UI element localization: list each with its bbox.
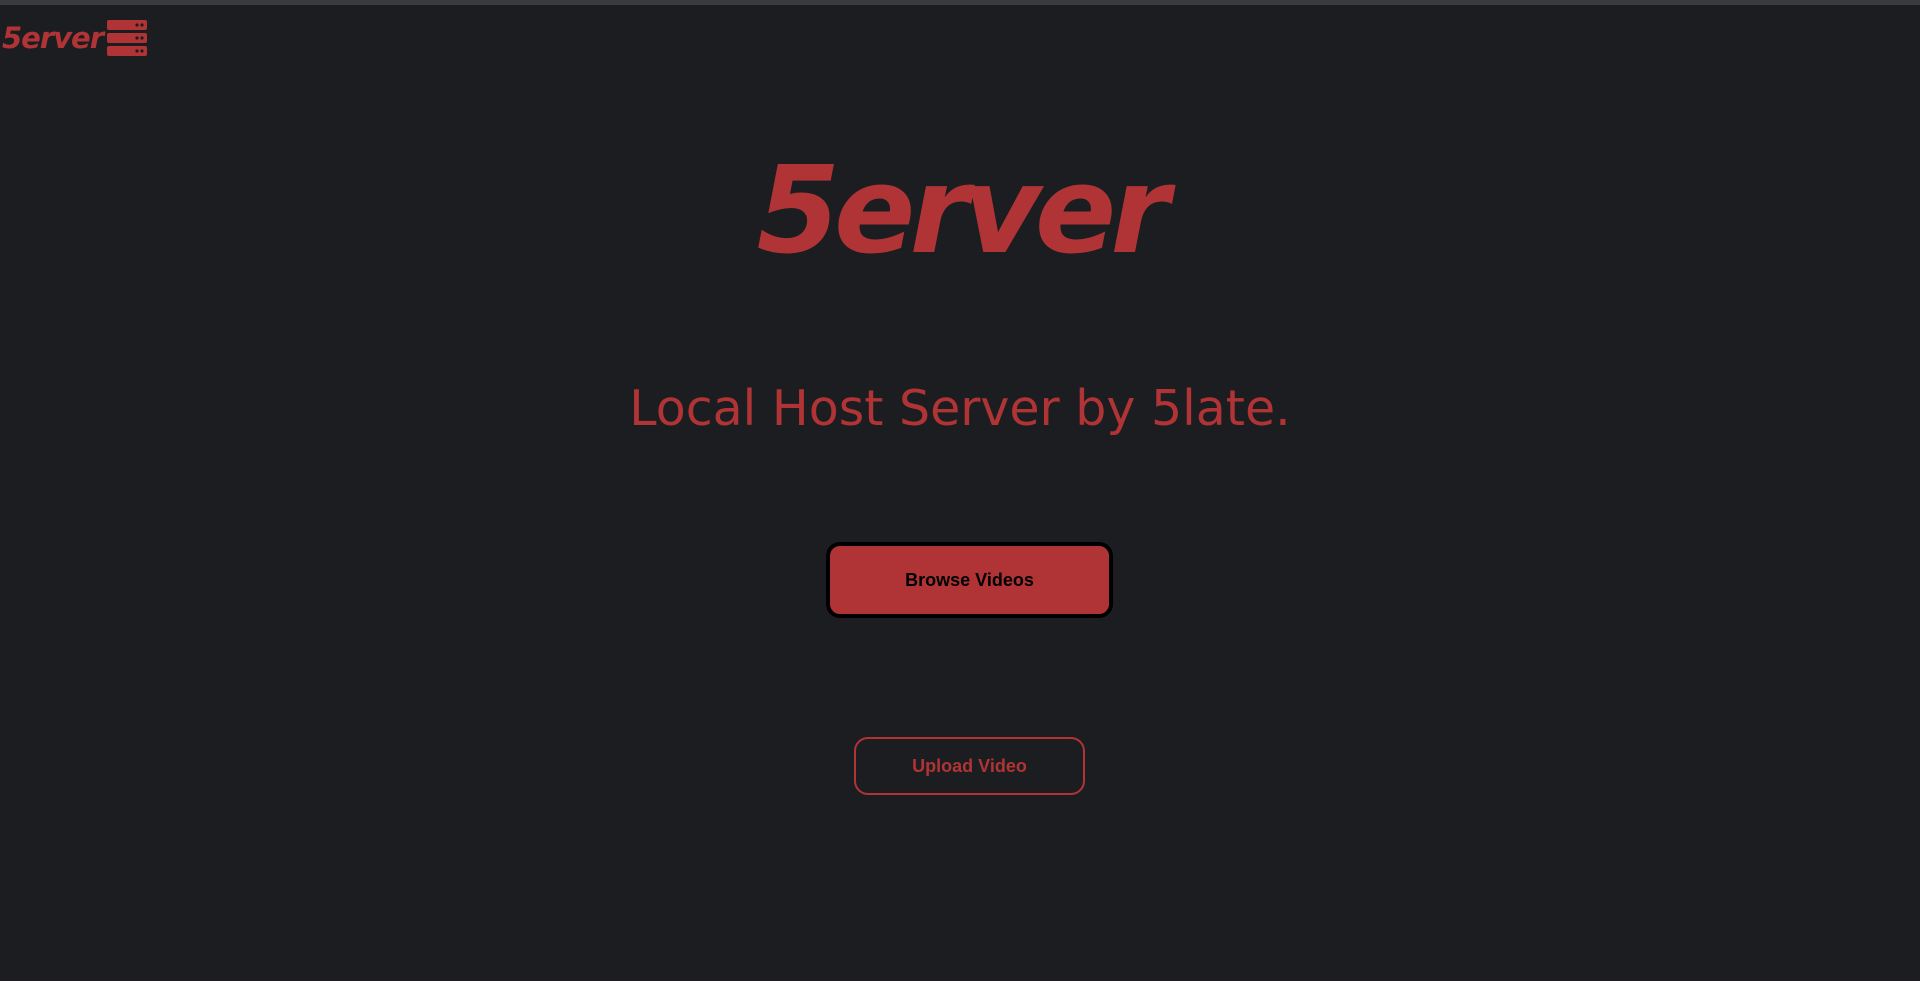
header-logo-text: 5erver [2,21,104,55]
header-logo[interactable]: 5erver [2,20,148,57]
server-stack-icon [107,20,148,57]
top-border [0,0,1920,5]
hero-logo: 5erver [756,142,1170,281]
upload-video-button[interactable]: Upload Video [854,737,1085,795]
browse-videos-button[interactable]: Browse Videos [826,542,1113,618]
tagline: Local Host Server by 5late. [629,380,1291,437]
